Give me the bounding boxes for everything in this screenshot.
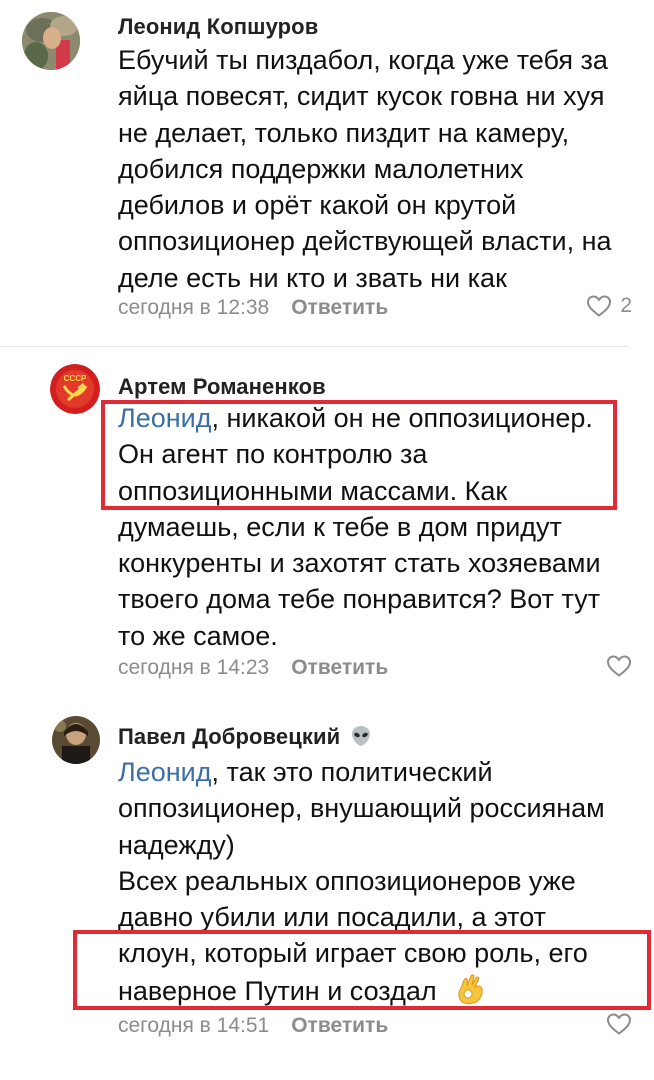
comment-text-line: яйца повесят, сидит кусок говна ни хуя xyxy=(118,81,605,112)
comment-text-line: твоего дома тебе понравится? Вот тут xyxy=(118,584,601,615)
mention-link[interactable]: Леонид xyxy=(118,403,212,433)
author-name: Павел Добровецкий xyxy=(118,724,341,749)
comment-author[interactable]: Леонид Копшуров xyxy=(118,14,318,40)
comment-text-line: наверное Путин и создал xyxy=(118,972,628,1009)
reply-button[interactable]: Ответить xyxy=(291,656,388,679)
avatar[interactable] xyxy=(22,12,80,70)
comment-timestamp: сегодня в 12:38 xyxy=(118,296,270,319)
comment-author[interactable]: Павел Добровецкий xyxy=(118,724,372,750)
ussr-emblem-icon: CCCP xyxy=(50,364,100,414)
comment-meta: сегодня в 12:38 Ответить xyxy=(118,296,388,320)
like-count: 2 xyxy=(620,294,632,317)
comment-text-line: Леонид, так это политический xyxy=(118,754,628,790)
avatar-image xyxy=(52,716,100,764)
comment-text-line: добился поддержки малолетних xyxy=(118,153,524,184)
alien-icon xyxy=(352,726,371,746)
comment-text-line: Леонид, никакой он не оппозиционер. xyxy=(118,400,628,436)
like-button[interactable] xyxy=(606,654,632,678)
comment-text-line: Всех реальных оппозиционеров уже xyxy=(118,865,576,896)
svg-text:CCCP: CCCP xyxy=(64,374,87,383)
comment-text-fragment: , никакой он не оппозиционер. xyxy=(211,403,593,433)
comment-text-line: оппозиционер, внушающий россиянам xyxy=(118,793,605,824)
comment-text-line: оппозиционными массами. Как xyxy=(118,475,508,506)
reply-button[interactable]: Ответить xyxy=(291,296,388,319)
avatar-image xyxy=(22,12,80,70)
divider xyxy=(0,346,628,347)
comment-text-line: Он агент по контролю за xyxy=(118,439,428,470)
comment-text-line: оппозиционер действующей власти, на xyxy=(118,226,612,257)
comment-text-line: Ебучий ты пиздабол, когда уже тебя за xyxy=(118,45,608,75)
comment-timestamp: сегодня в 14:51 xyxy=(118,1014,270,1037)
comment-text-line: давно убили или посадили, а этот xyxy=(118,902,547,933)
like-button[interactable]: 2 xyxy=(586,294,632,318)
comment-text-line: надежду) xyxy=(118,829,235,860)
avatar[interactable]: CCCP xyxy=(50,364,100,414)
comment-meta: сегодня в 14:23 Ответить xyxy=(118,656,388,680)
comment-text: Ебучий ты пиздабол, когда уже тебя за яй… xyxy=(118,42,628,296)
comment-text-fragment: наверное Путин и создал xyxy=(118,975,437,1006)
avatar[interactable] xyxy=(52,716,100,764)
comment-text-line: не делает, только пиздит на камеру, xyxy=(118,117,570,148)
comment-text-line: клоун, который играет свою роль, его xyxy=(118,938,588,969)
comment-text-line: думаешь, если к тебе в дом придут xyxy=(118,511,562,542)
heart-icon xyxy=(587,295,612,317)
comment-text-fragment: , так это политический xyxy=(211,757,493,787)
comment-author[interactable]: Артем Романенков xyxy=(118,374,326,400)
heart-icon xyxy=(606,1013,632,1035)
mention-link[interactable]: Леонид xyxy=(118,757,212,787)
comment-text: Леонид, так это политический оппозиционе… xyxy=(118,754,628,1009)
comment-text: Леонид, никакой он не оппозиционер. Он а… xyxy=(118,400,628,654)
comment-text-line: конкуренты и захотят стать хозяевами xyxy=(118,548,601,579)
comment-text-line: то же самое. xyxy=(118,620,278,651)
reply-button[interactable]: Ответить xyxy=(291,1014,388,1037)
heart-icon xyxy=(606,655,632,677)
like-button[interactable] xyxy=(606,1012,632,1036)
comment-meta: сегодня в 14:51 Ответить xyxy=(118,1014,388,1038)
comment-text-line: деле есть ни кто и звать ни как xyxy=(118,262,507,293)
ok-hand-icon xyxy=(458,974,483,1004)
comment-text-line: дебилов и орёт какой он крутой xyxy=(118,190,517,221)
comment-timestamp: сегодня в 14:23 xyxy=(118,656,270,679)
